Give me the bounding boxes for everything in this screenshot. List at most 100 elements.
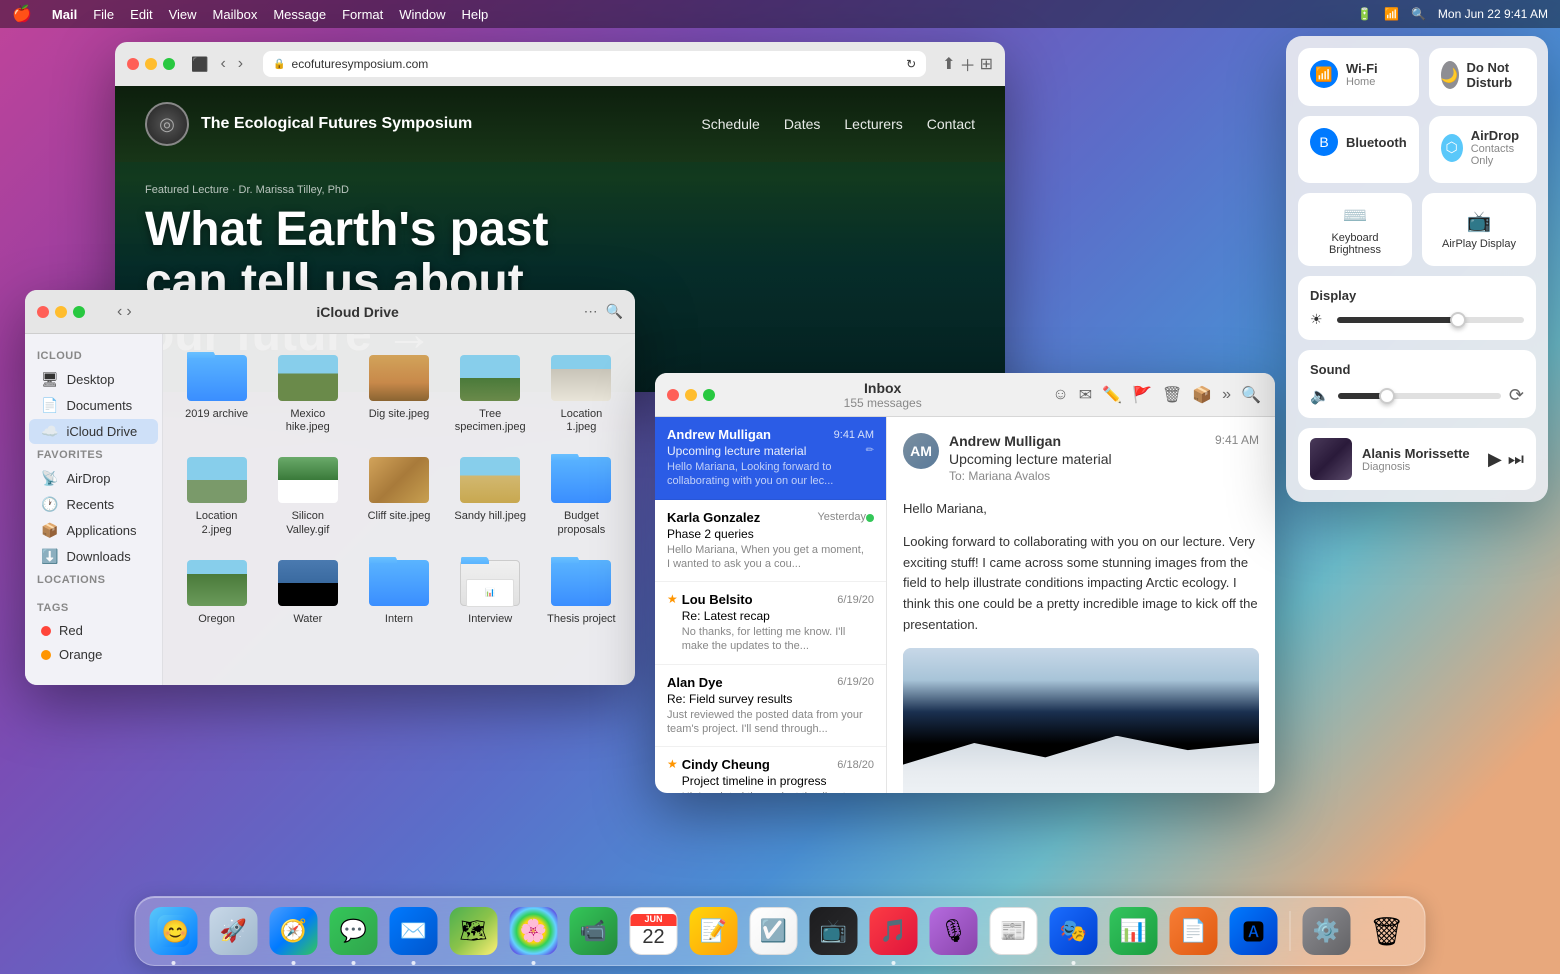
dock-item-maps[interactable]: 🗺 [446, 903, 502, 959]
finder-fullscreen-button[interactable] [73, 306, 85, 318]
display-slider[interactable] [1337, 317, 1524, 323]
browser-close-button[interactable] [127, 58, 139, 70]
menubar-help[interactable]: Help [462, 7, 489, 22]
mail-compose-button[interactable]: ✉ [1077, 383, 1094, 407]
dock-item-messages[interactable]: 💬 [326, 903, 382, 959]
sound-slider[interactable] [1338, 393, 1501, 399]
file-item-dig-site[interactable]: Dig site.jpeg [357, 346, 440, 440]
browser-url[interactable]: ecofuturesymposium.com [292, 57, 429, 71]
browser-overview-button[interactable]: ⊞ [980, 52, 993, 76]
sidebar-item-desktop[interactable]: 🖥 Desktop [29, 367, 158, 392]
file-item-water[interactable]: Water [266, 551, 349, 632]
file-item-intern[interactable]: Intern [357, 551, 440, 632]
dock-item-mail[interactable]: ✉️ [386, 903, 442, 959]
dock-item-appletv[interactable]: 📺 [806, 903, 862, 959]
sidebar-item-airdrop[interactable]: 📡 AirDrop [29, 466, 158, 491]
dock-item-sysprefs[interactable]: ⚙️ [1299, 903, 1355, 959]
browser-new-tab-button[interactable]: ＋ [960, 52, 976, 76]
dock-item-music[interactable]: 🎵 [866, 903, 922, 959]
file-item-location-2[interactable]: Location 2.jpeg [175, 448, 258, 542]
file-item-2019-archive[interactable]: 2019 archive [175, 346, 258, 440]
finder-close-button[interactable] [37, 306, 49, 318]
sidebar-item-recents[interactable]: 🕐 Recents [29, 492, 158, 517]
mail-item-lou[interactable]: ★ Lou Belsito 6/19/20 Re: Latest recap N… [655, 582, 886, 665]
mail-item-cindy[interactable]: ★ Cindy Cheung 6/18/20 Project timeline … [655, 747, 886, 793]
cc-wifi-tile[interactable]: 📶 Wi-Fi Home [1298, 48, 1419, 106]
mail-search-button[interactable]: 🔍 [1239, 383, 1263, 407]
browser-address-bar[interactable]: 🔒 ecofuturesymposium.com ↻ [263, 51, 926, 77]
dock-item-pages[interactable]: 📄 [1166, 903, 1222, 959]
dock-item-launchpad[interactable]: 🚀 [206, 903, 262, 959]
mail-archive-button[interactable]: 📦 [1190, 383, 1214, 407]
sidebar-item-applications[interactable]: 📦 Applications [29, 518, 158, 543]
browser-reload-icon[interactable]: ↻ [906, 57, 916, 71]
finder-minimize-button[interactable] [55, 306, 67, 318]
mail-item-alan[interactable]: Alan Dye 6/19/20 Re: Field survey result… [655, 665, 886, 748]
dock-item-facetime[interactable]: 📹 [566, 903, 622, 959]
mail-emoji-button[interactable]: ☺ [1050, 383, 1070, 407]
mail-item-karla[interactable]: Karla Gonzalez Yesterday Phase 2 queries… [655, 500, 886, 583]
dock-item-finder[interactable]: 😊 [146, 903, 202, 959]
finder-search-button[interactable]: 🔍 [606, 303, 623, 320]
dock-item-numbers[interactable]: 📊 [1106, 903, 1162, 959]
music-forward-button[interactable]: ⏭ [1508, 449, 1524, 470]
file-item-silicon-valley[interactable]: Silicon Valley.gif [266, 448, 349, 542]
browser-fullscreen-button[interactable] [163, 58, 175, 70]
dock-item-appstore[interactable]: 🅰 [1226, 903, 1282, 959]
dock-item-safari[interactable]: 🧭 [266, 903, 322, 959]
nav-contact[interactable]: Contact [927, 116, 975, 132]
dock-item-calendar[interactable]: JUN 22 [626, 903, 682, 959]
nav-lecturers[interactable]: Lecturers [844, 116, 902, 132]
dock-item-keynote[interactable]: 🎭 [1046, 903, 1102, 959]
mail-delete-button[interactable]: 🗑 [1160, 383, 1184, 407]
menubar-search-icon[interactable]: 🔍 [1411, 7, 1426, 21]
sidebar-item-tag-orange[interactable]: Orange [29, 643, 158, 666]
mail-more-button[interactable]: » [1220, 383, 1233, 407]
file-item-mexico-hike[interactable]: Mexico hike.jpeg [266, 346, 349, 440]
menubar-format[interactable]: Format [342, 7, 383, 22]
finder-view-options-button[interactable]: ⋯ [584, 303, 598, 320]
browser-back-button[interactable]: ‹ [216, 53, 229, 75]
dock-item-notes[interactable]: 📝 [686, 903, 742, 959]
finder-back-button[interactable]: ‹ [117, 303, 122, 321]
cc-dnd-tile[interactable]: 🌙 Do Not Disturb [1429, 48, 1537, 106]
music-play-button[interactable]: ▶ [1488, 449, 1502, 470]
cc-airdrop-tile[interactable]: ⬡ AirDrop Contacts Only [1429, 116, 1537, 183]
dock-item-photos[interactable]: 🌸 [506, 903, 562, 959]
menubar-mailbox[interactable]: Mailbox [213, 7, 258, 22]
nav-schedule[interactable]: Schedule [701, 116, 759, 132]
file-item-oregon[interactable]: Oregon [175, 551, 258, 632]
file-item-interview[interactable]: 📊 Interview [449, 551, 532, 632]
mail-reply-button[interactable]: ✏️ [1100, 383, 1124, 407]
file-item-location-1[interactable]: Location 1.jpeg [540, 346, 623, 440]
menubar-view[interactable]: View [169, 7, 197, 22]
dock-item-trash[interactable]: 🗑 [1359, 903, 1415, 959]
mail-item-andrew[interactable]: Andrew Mulligan 9:41 AM Upcoming lecture… [655, 417, 886, 500]
sidebar-item-tag-red[interactable]: Red [29, 619, 158, 642]
menubar-app-name[interactable]: Mail [52, 7, 77, 22]
apple-menu[interactable]: 🍎 [12, 4, 32, 24]
dock-item-reminders[interactable]: ☑️ [746, 903, 802, 959]
mail-minimize-button[interactable] [685, 389, 697, 401]
browser-share-button[interactable]: ⬆ [942, 52, 955, 76]
menubar-edit[interactable]: Edit [130, 7, 152, 22]
sidebar-item-documents[interactable]: 📄 Documents [29, 393, 158, 418]
mail-close-button[interactable] [667, 389, 679, 401]
nav-dates[interactable]: Dates [784, 116, 821, 132]
browser-sidebar-button[interactable]: ⬛ [191, 56, 208, 73]
cc-bluetooth-tile[interactable]: B Bluetooth [1298, 116, 1419, 183]
menubar-file[interactable]: File [93, 7, 114, 22]
menubar-message[interactable]: Message [273, 7, 326, 22]
mail-fullscreen-button[interactable] [703, 389, 715, 401]
sidebar-item-downloads[interactable]: ⬇️ Downloads [29, 544, 158, 569]
browser-minimize-button[interactable] [145, 58, 157, 70]
cc-airplay-tile[interactable]: 📺 AirPlay Display [1422, 193, 1536, 266]
file-item-tree-specimen[interactable]: Tree specimen.jpeg [449, 346, 532, 440]
finder-forward-button[interactable]: › [126, 303, 131, 321]
cc-keyboard-tile[interactable]: ⌨️ Keyboard Brightness [1298, 193, 1412, 266]
file-item-cliff-site[interactable]: Cliff site.jpeg [357, 448, 440, 542]
menubar-window[interactable]: Window [399, 7, 445, 22]
dock-item-podcasts[interactable]: 🎙 [926, 903, 982, 959]
dock-item-news[interactable]: 📰 [986, 903, 1042, 959]
file-item-thesis-project[interactable]: Thesis project [540, 551, 623, 632]
